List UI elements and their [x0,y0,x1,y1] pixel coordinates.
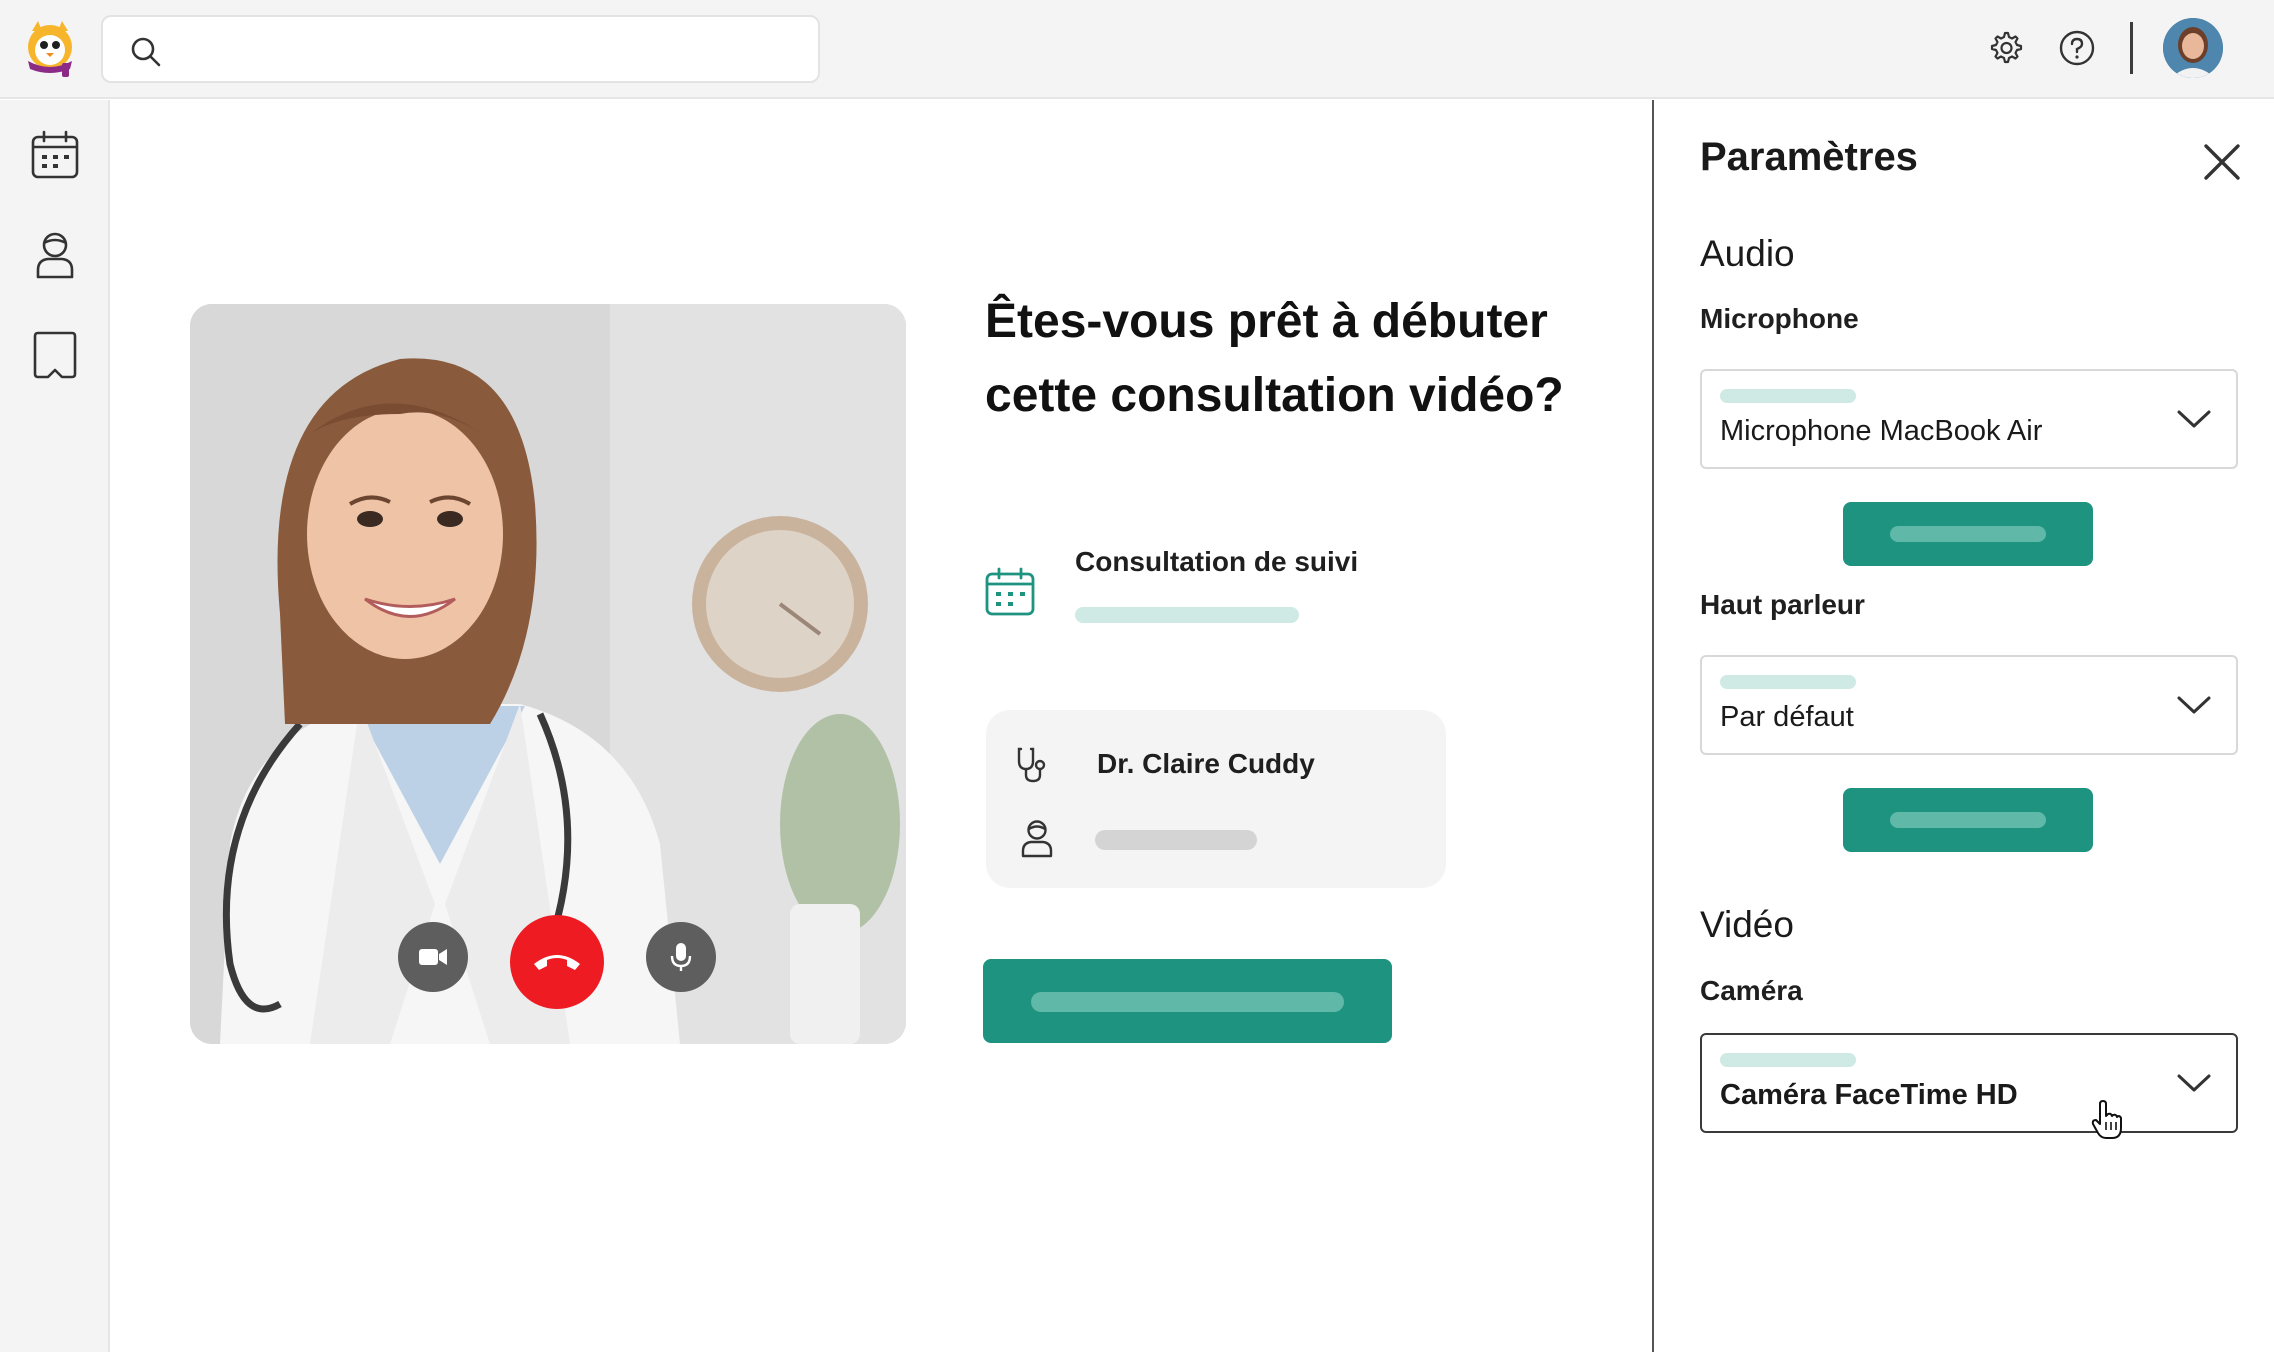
doctor-card [986,710,1446,888]
hand-pointer-cursor-icon [2091,1100,2122,1139]
video-section-title: Vidéo [1700,904,1794,945]
search-icon [131,37,161,67]
settings-title: Paramètres [1700,135,1918,179]
video-preview [190,304,906,1044]
start-consultation-button[interactable] [983,959,1392,1043]
appointment-time-placeholder [1075,607,1299,623]
speaker-select[interactable]: Par défaut [1700,655,2238,755]
speaker-value: Par défaut [1720,701,1854,733]
search-bar[interactable] [101,15,820,83]
top-bar [0,0,2274,99]
microphone-label: Microphone [1700,303,1859,334]
header-divider [2130,22,2133,74]
side-nav [0,100,110,1352]
calendar-icon [985,567,1035,616]
phone-hangup-icon [534,955,580,970]
microphone-toggle-button[interactable] [646,922,716,992]
microphone-value: Microphone MacBook Air [1720,415,2043,447]
doctor-name: Dr. Claire Cuddy [1097,748,1315,779]
camera-select[interactable]: Caméra FaceTime HD [1700,1033,2238,1133]
microphone-select[interactable]: Microphone MacBook Air [1700,369,2238,469]
camera-label: Caméra [1700,975,1803,1006]
close-icon[interactable] [2202,142,2242,182]
microphone-icon [670,943,692,971]
chevron-down-icon [2177,410,2211,428]
audio-section-title: Audio [1700,233,1795,274]
chevron-down-icon [2177,1074,2211,1092]
patient-icon[interactable] [30,230,80,280]
test-microphone-button[interactable] [1843,502,2093,566]
book-icon[interactable] [30,330,80,380]
page-title: Êtes-vous prêt à débuter cette consultat… [985,295,1564,422]
app-logo[interactable] [18,17,82,81]
calendar-icon[interactable] [30,130,80,180]
camera-value: Caméra FaceTime HD [1720,1079,2018,1111]
select-hint-placeholder [1720,389,1856,403]
test-speaker-button[interactable] [1843,788,2093,852]
button-label-placeholder [1031,992,1344,1012]
button-label-placeholder [1890,812,2046,828]
help-icon[interactable] [2057,28,2097,68]
appointment-type: Consultation de suivi [1075,546,1359,577]
gear-icon[interactable] [1985,28,2025,68]
stethoscope-icon [1017,747,1046,783]
select-hint-placeholder [1720,675,1856,689]
button-label-placeholder [1890,526,2046,542]
patient-name-placeholder [1095,830,1257,850]
select-hint-placeholder [1720,1053,1856,1067]
hang-up-button[interactable] [510,915,604,1009]
camera-toggle-button[interactable] [398,922,468,992]
video-camera-icon [419,949,447,965]
patient-icon [1021,820,1053,858]
user-avatar[interactable] [2163,18,2223,78]
speaker-label: Haut parleur [1700,589,1865,620]
chevron-down-icon [2177,696,2211,714]
